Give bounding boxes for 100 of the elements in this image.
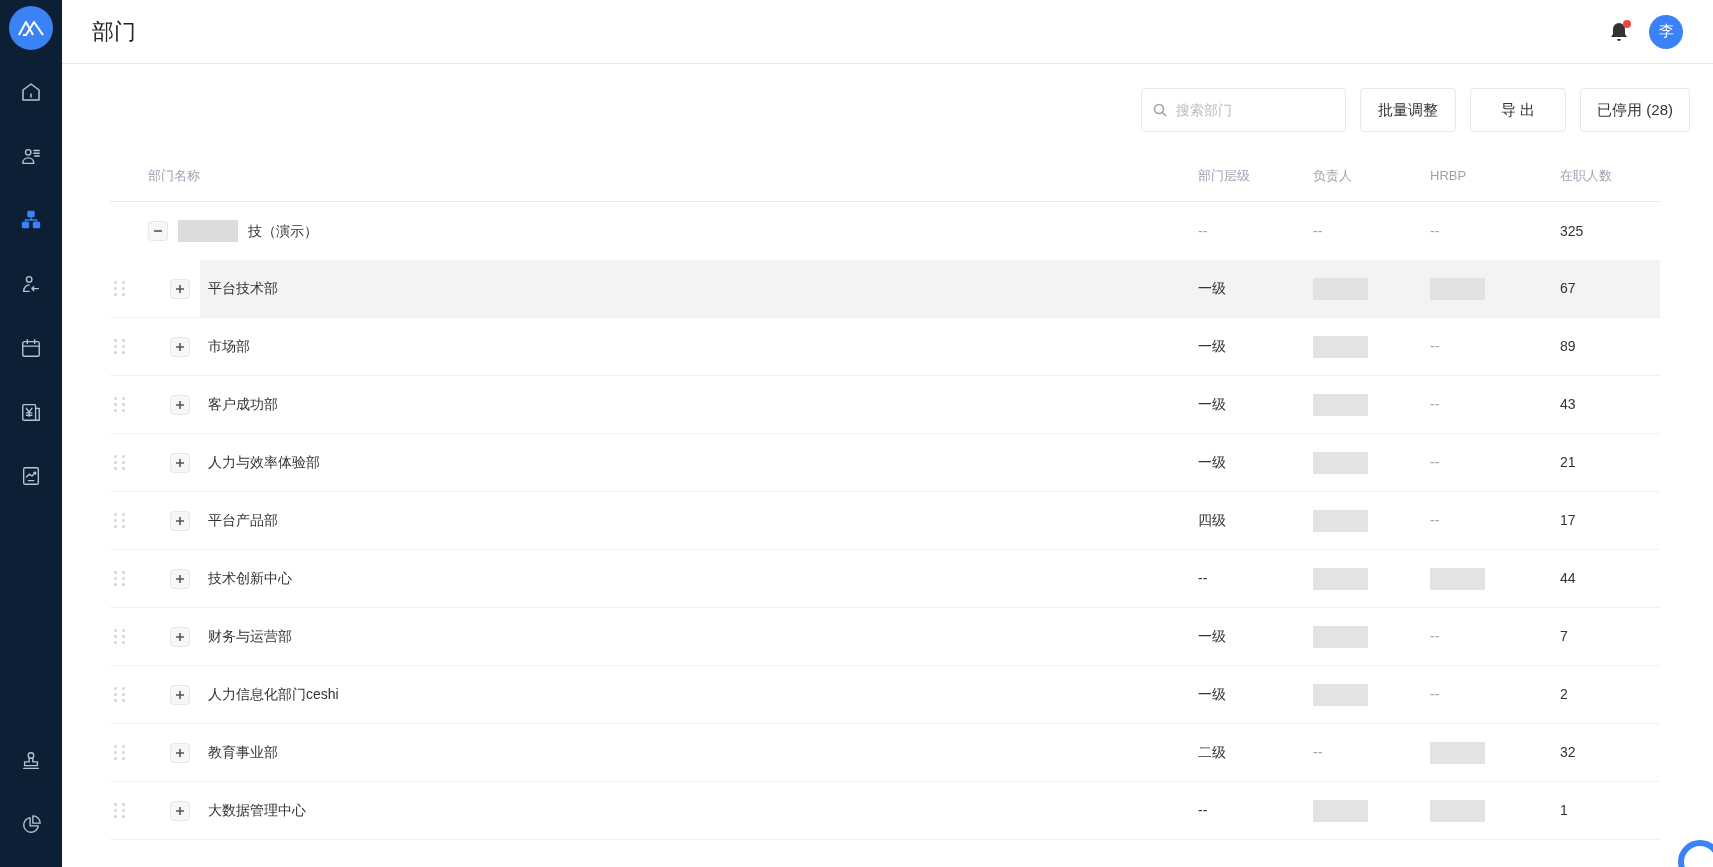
table-cell-text: 7 xyxy=(1560,627,1569,646)
drag-handle-icon[interactable] xyxy=(114,629,126,644)
table-cell-text: -- xyxy=(1198,221,1209,241)
page-title: 部门 xyxy=(92,18,136,46)
department-name[interactable]: 人力与效率体验部 xyxy=(200,452,1198,473)
table-cell-text: -- xyxy=(1198,569,1209,588)
table-cell-text: -- xyxy=(1430,453,1440,472)
expand-button[interactable] xyxy=(170,510,190,531)
plus-icon xyxy=(175,573,185,584)
department-name[interactable]: 平台技术部 xyxy=(200,278,1198,299)
department-name[interactable]: 人力信息化部门ceshi xyxy=(200,684,1198,705)
table-cell-text: 44 xyxy=(1560,569,1577,588)
table-cell-text: 325 xyxy=(1560,221,1585,241)
table-cell-text: 67 xyxy=(1560,279,1577,298)
logo-icon xyxy=(9,6,53,50)
plus-icon xyxy=(175,283,185,294)
home-icon xyxy=(19,80,43,104)
table-cell-text: 21 xyxy=(1560,453,1577,472)
plus-icon xyxy=(175,457,185,468)
plus-icon xyxy=(175,747,185,758)
drag-handle-icon[interactable] xyxy=(114,339,126,354)
department-name[interactable]: 教育事业部 xyxy=(200,742,1198,763)
drag-handle-icon[interactable] xyxy=(114,397,126,412)
expand-button[interactable] xyxy=(170,800,190,821)
toolbar-button[interactable]: 已停用 (28) xyxy=(1580,88,1690,132)
table-cell-text: -- xyxy=(1198,801,1209,820)
table-row[interactable]: 人力信息化部门ceshi 一级 -- 2 xyxy=(200,666,1660,723)
search-field[interactable]: 搜索部门 xyxy=(1141,88,1347,132)
table-cell-text: -- xyxy=(1430,685,1440,704)
expand-button[interactable] xyxy=(170,684,190,705)
table-row[interactable]: 市场部 一级 -- 89 xyxy=(200,318,1660,375)
department-name[interactable]: 技（演示） xyxy=(248,220,318,242)
drag-handle-icon[interactable] xyxy=(114,745,126,760)
table-row[interactable]: 人力与效率体验部 一级 -- 21 xyxy=(200,434,1660,491)
table-cell-text: 43 xyxy=(1560,395,1577,414)
drag-handle-icon[interactable] xyxy=(114,803,126,818)
table-cell-text: 四级 xyxy=(1198,511,1227,530)
org-icon xyxy=(20,209,42,231)
department-name[interactable]: 大数据管理中心 xyxy=(200,800,1198,821)
expand-button[interactable] xyxy=(170,568,190,589)
column-header: 在职人数 xyxy=(1560,166,1613,185)
user-avatar[interactable]: 李 xyxy=(1649,14,1683,49)
toolbar-button[interactable]: 导 出 xyxy=(1470,88,1567,132)
leave-icon xyxy=(20,273,42,295)
table-cell-text: -- xyxy=(1430,395,1440,414)
table-row[interactable]: 平台产品部 四级 -- 17 xyxy=(200,492,1660,549)
table-cell-text: 一级 xyxy=(1198,453,1227,472)
stamp-icon xyxy=(20,750,42,772)
plus-icon xyxy=(175,631,185,642)
table-cell-text: 一级 xyxy=(1198,337,1227,356)
bell-icon xyxy=(1609,20,1629,43)
table-cell-text: -- xyxy=(1430,221,1440,241)
column-header: HRBP xyxy=(1430,166,1468,185)
table-cell-text: 89 xyxy=(1560,337,1577,356)
drag-handle-icon[interactable] xyxy=(114,281,126,296)
collapse-button[interactable] xyxy=(148,221,168,241)
expand-button[interactable] xyxy=(170,742,190,763)
table-cell-text: 一级 xyxy=(1198,627,1227,646)
table-row[interactable]: 财务与运营部 一级 -- 7 xyxy=(200,608,1660,665)
expand-button[interactable] xyxy=(170,394,190,415)
toolbar-button[interactable]: 批量调整 xyxy=(1360,88,1457,132)
table-cell-text: -- xyxy=(1430,627,1440,646)
table-cell-text: -- xyxy=(1313,743,1323,762)
column-header: 部门层级 xyxy=(1198,166,1251,185)
table-row[interactable]: 大数据管理中心 -- 1 xyxy=(200,782,1660,839)
table-cell-text: 一级 xyxy=(1198,279,1227,298)
table-row[interactable]: 教育事业部 二级 -- 32 xyxy=(200,724,1660,781)
plus-icon xyxy=(175,689,185,700)
department-name[interactable]: 客户成功部 xyxy=(200,394,1198,415)
drag-handle-icon[interactable] xyxy=(114,687,126,702)
table-cell-text: 2 xyxy=(1560,685,1569,704)
table-row[interactable]: 平台技术部 一级 67 xyxy=(200,260,1660,317)
payroll-icon xyxy=(20,401,42,423)
expand-button[interactable] xyxy=(170,626,190,647)
calendar-icon xyxy=(20,337,42,359)
expand-button[interactable] xyxy=(170,336,190,357)
column-header: 负责人 xyxy=(1313,166,1353,185)
expand-button[interactable] xyxy=(170,278,190,299)
department-name[interactable]: 财务与运营部 xyxy=(200,626,1198,647)
table-cell-text: 32 xyxy=(1560,743,1577,762)
department-name[interactable]: 技术创新中心 xyxy=(200,568,1198,589)
drag-handle-icon[interactable] xyxy=(114,455,126,470)
table-cell-text: -- xyxy=(1430,337,1440,356)
notification-button[interactable] xyxy=(1609,20,1629,43)
plus-icon xyxy=(175,515,185,526)
drag-handle-icon[interactable] xyxy=(114,571,126,586)
table-cell-text: 一级 xyxy=(1198,685,1227,704)
department-name[interactable]: 市场部 xyxy=(200,336,1198,357)
expand-button[interactable] xyxy=(170,452,190,473)
table-row[interactable]: 技术创新中心 -- 44 xyxy=(200,550,1660,607)
table-cell-text: 二级 xyxy=(1198,743,1227,762)
column-header: 部门名称 xyxy=(148,166,201,185)
table-cell-text: -- xyxy=(1430,511,1440,530)
department-name[interactable]: 平台产品部 xyxy=(200,510,1198,531)
plus-icon xyxy=(175,805,185,816)
plus-icon xyxy=(175,399,185,410)
drag-handle-icon[interactable] xyxy=(114,513,126,528)
table-cell-text: 一级 xyxy=(1198,395,1227,414)
table-row[interactable]: 客户成功部 一级 -- 43 xyxy=(200,376,1660,433)
search-icon xyxy=(1153,103,1168,117)
